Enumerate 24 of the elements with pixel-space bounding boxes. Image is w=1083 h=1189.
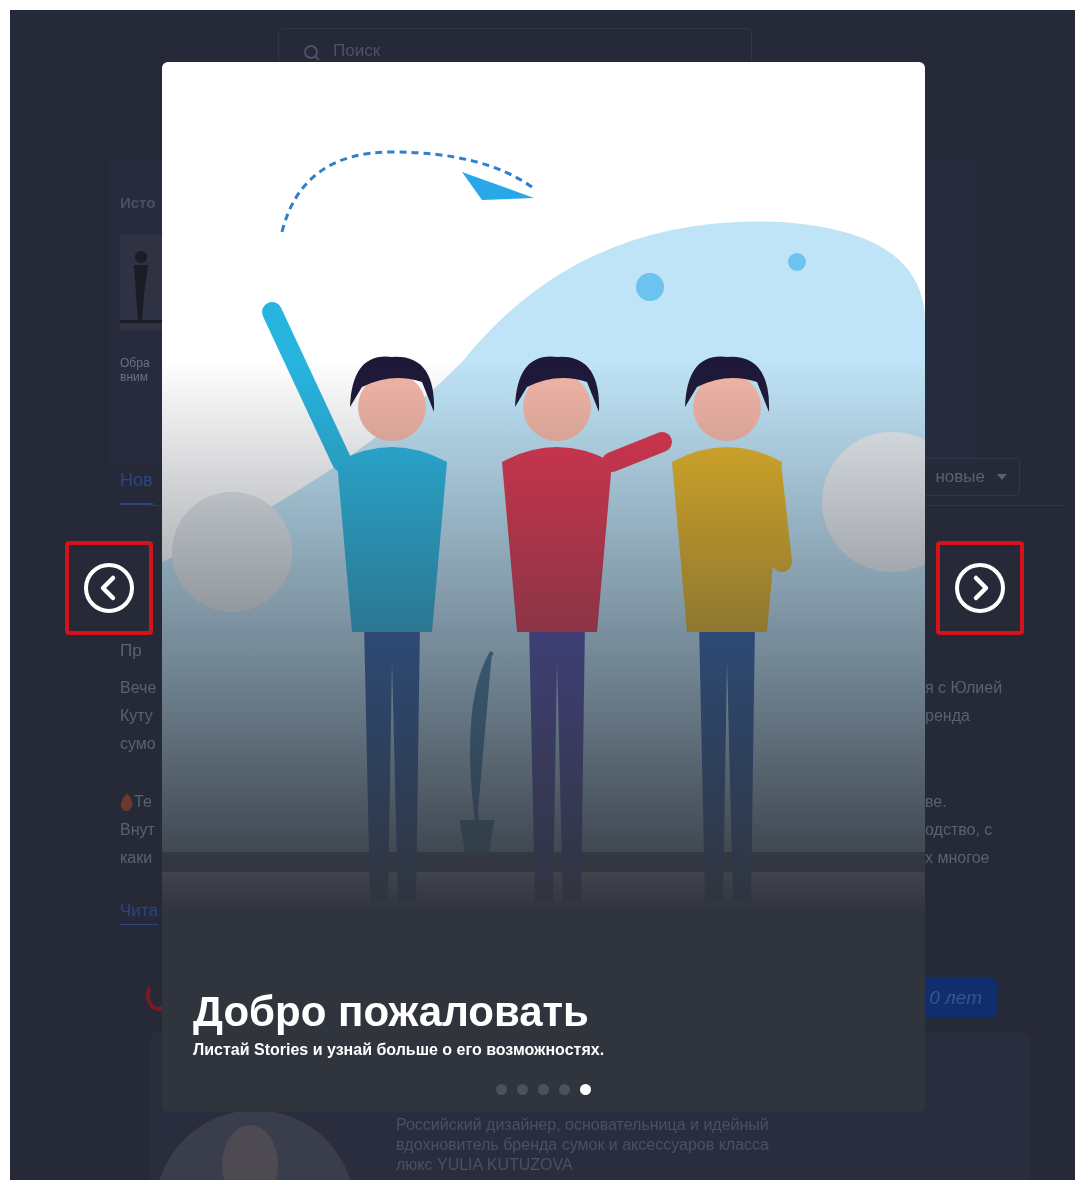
thumbnail-caption: Обра [120, 356, 151, 370]
body-text: Вече [120, 678, 157, 698]
body-text: ренда [925, 706, 970, 726]
body-text: каки [120, 848, 153, 868]
caret-down-icon [997, 474, 1007, 480]
next-button[interactable] [936, 541, 1024, 635]
post-title: Пр [120, 640, 142, 663]
body-text: Те [134, 792, 152, 812]
chevron-right-icon [954, 562, 1006, 614]
thumbnail-caption: вним [120, 370, 149, 384]
story-subtitle: Листай Stories и узнай больше о его возможностях. [193, 1040, 606, 1060]
body-text: я с Юлией [925, 678, 1003, 698]
story-title: Добро пожаловать [193, 988, 590, 1036]
body-text: ве. [925, 792, 947, 812]
body-text: одство, с [925, 820, 993, 840]
body-text: Внут [120, 820, 155, 840]
feed-tab[interactable]: Нов [120, 458, 153, 505]
previous-button[interactable] [65, 541, 153, 635]
search-icon [303, 44, 321, 62]
read-more-link[interactable]: Чита [120, 898, 158, 925]
chevron-left-icon [83, 562, 135, 614]
body-text: Куту [120, 706, 153, 726]
body-text: сумо [120, 734, 156, 754]
body-text: х многое [925, 848, 990, 868]
